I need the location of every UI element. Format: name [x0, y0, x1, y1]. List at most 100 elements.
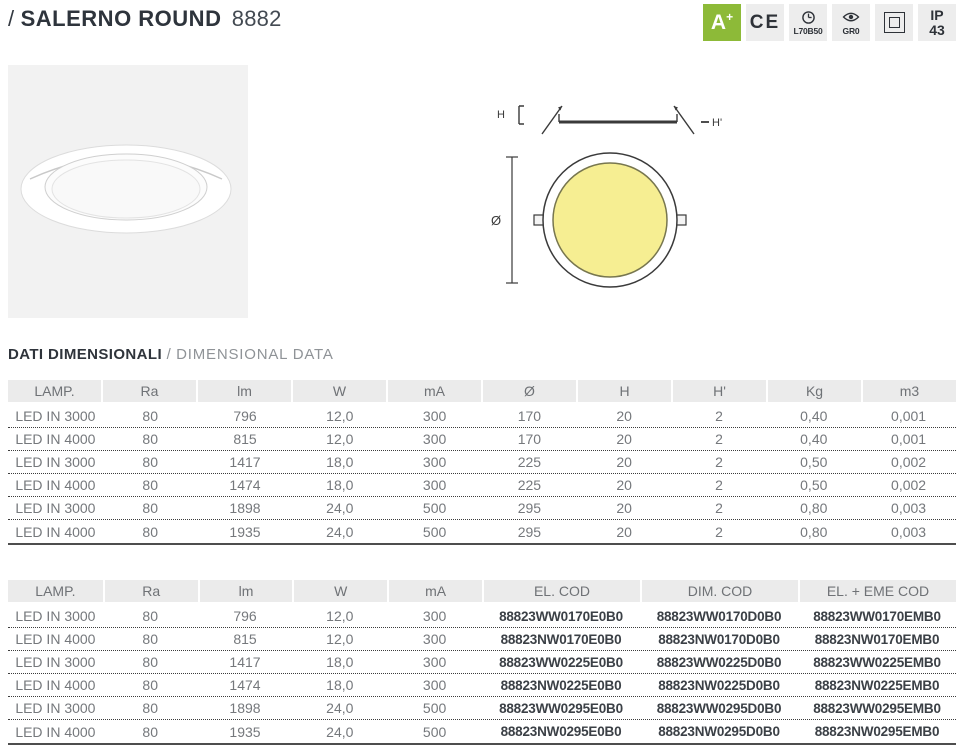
cell: 88823WW0295E0B0 [482, 697, 640, 719]
codes-table-header: LAMP.RalmWmAEL. CODDIM. CODEL. + EME COD [8, 580, 956, 602]
ip-label-line1: IP [930, 8, 943, 23]
column-header: mA [386, 380, 481, 402]
cell: 80 [103, 520, 198, 543]
class2-insulation-badge [875, 4, 913, 41]
cell: 796 [198, 605, 293, 627]
cell: 300 [387, 605, 482, 627]
cell: 0,002 [861, 451, 956, 473]
column-header: EL. COD [482, 580, 640, 602]
dimension-drawing: H H' Ø [485, 85, 725, 300]
column-header: Ø [481, 380, 576, 402]
table-row: LED IN 400080193524,05002952020,800,003 [8, 520, 956, 543]
ip-label-line2: 43 [929, 23, 945, 38]
cell: 300 [387, 451, 482, 473]
h-dim-label: H [497, 109, 505, 121]
cell: 88823NW0170E0B0 [482, 628, 640, 650]
cell: LED IN 4000 [8, 428, 103, 450]
cell: LED IN 4000 [8, 720, 103, 743]
cell: 20 [577, 451, 672, 473]
table-row: LED IN 40008081512,03001702020,400,001 [8, 428, 956, 451]
cell: 80 [103, 697, 198, 719]
cell: 1417 [198, 451, 293, 473]
clock-icon [801, 9, 816, 25]
cell: 88823WW0225D0B0 [640, 651, 798, 673]
cell: 18,0 [292, 451, 387, 473]
cell: 88823WW0295D0B0 [640, 697, 798, 719]
ce-mark-label: CE [750, 12, 780, 34]
cell: 18,0 [292, 474, 387, 496]
column-header: lm [198, 580, 293, 602]
cell: LED IN 4000 [8, 520, 103, 543]
cell: 1474 [198, 674, 293, 696]
cell: 300 [387, 628, 482, 650]
cell: 2 [672, 451, 767, 473]
cell: LED IN 3000 [8, 497, 103, 519]
dimensional-table-header: LAMP.RalmWmAØHH'Kgm3 [8, 380, 956, 402]
cell: 80 [103, 428, 198, 450]
cell: 18,0 [292, 674, 387, 696]
table-row: LED IN 400080193524,050088823NW0295E0B08… [8, 720, 956, 743]
lifetime-label: L70B50 [793, 27, 822, 36]
diameter-symbol: Ø [491, 213, 501, 228]
cell: 2 [672, 520, 767, 543]
product-code: 8882 [232, 6, 282, 31]
cell: 88823NW0170EMB0 [798, 628, 956, 650]
page-title: / SALERNO ROUND 8882 [8, 6, 282, 32]
column-header: H [576, 380, 671, 402]
cell: 88823NW0170D0B0 [640, 628, 798, 650]
cell: 2 [672, 405, 767, 427]
cell: 24,0 [292, 697, 387, 719]
codes-table-body: LED IN 30008079612,030088823WW0170E0B088… [8, 605, 956, 745]
dimensional-table-body: LED IN 30008079612,03001702020,400,001LE… [8, 405, 956, 545]
column-header: m3 [861, 380, 956, 402]
cell: 1898 [198, 697, 293, 719]
cell: 1935 [198, 720, 293, 743]
cell: 20 [577, 405, 672, 427]
cell: 0,40 [766, 405, 861, 427]
cell: 88823WW0170E0B0 [482, 605, 640, 627]
energy-class-badge: A+ [703, 4, 741, 41]
column-header: DIM. COD [640, 580, 798, 602]
cell: 1474 [198, 474, 293, 496]
table-row: LED IN 400080147418,030088823NW0225E0B08… [8, 674, 956, 697]
column-header: mA [387, 580, 482, 602]
cell: 88823WW0225EMB0 [798, 651, 956, 673]
downlight-image [8, 65, 248, 318]
cell: 88823NW0295D0B0 [640, 720, 798, 743]
cell: 300 [387, 674, 482, 696]
cell: 24,0 [292, 720, 387, 743]
cell: 80 [103, 474, 198, 496]
cell: 170 [482, 405, 577, 427]
cell: 88823NW0225EMB0 [798, 674, 956, 696]
cell: 0,002 [861, 474, 956, 496]
cell: 170 [482, 428, 577, 450]
cell: 295 [482, 520, 577, 543]
cell: 80 [103, 451, 198, 473]
cell: 0,003 [861, 520, 956, 543]
cell: LED IN 4000 [8, 628, 103, 650]
title-slash: / [8, 6, 14, 31]
column-header: Kg [766, 380, 861, 402]
cell: 88823WW0170EMB0 [798, 605, 956, 627]
cell: 80 [103, 651, 198, 673]
section-separator: / [167, 346, 172, 363]
cell: LED IN 3000 [8, 405, 103, 427]
cell: 2 [672, 497, 767, 519]
cell: 12,0 [292, 405, 387, 427]
column-header: Ra [101, 380, 196, 402]
column-header: W [291, 380, 386, 402]
cell: 0,003 [861, 497, 956, 519]
cell: 300 [387, 405, 482, 427]
cell: 18,0 [292, 651, 387, 673]
cell: 0,80 [766, 520, 861, 543]
cell: 80 [103, 674, 198, 696]
cell: 12,0 [292, 605, 387, 627]
table-row: LED IN 400080147418,03002252020,500,002 [8, 474, 956, 497]
cell: 796 [198, 405, 293, 427]
cell: 80 [103, 628, 198, 650]
cell: 500 [387, 697, 482, 719]
ip-rating-badge: IP 43 [918, 4, 956, 41]
cell: 815 [198, 428, 293, 450]
product-photo [8, 65, 248, 318]
column-header: Ra [103, 580, 198, 602]
